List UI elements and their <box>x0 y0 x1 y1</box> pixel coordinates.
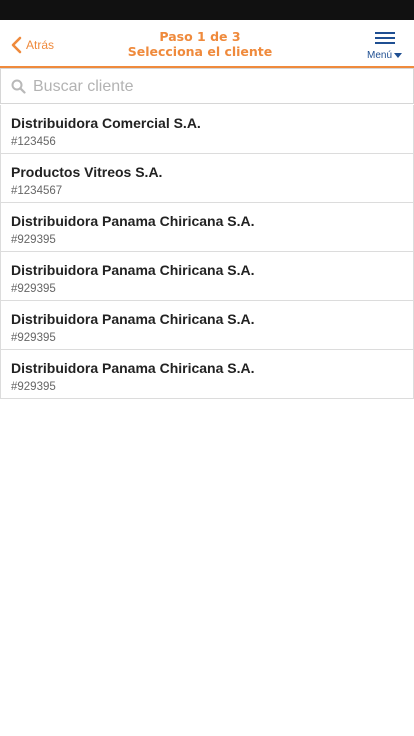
client-name: Distribuidora Comercial S.A. <box>11 115 201 131</box>
client-list-item[interactable]: Productos Vitreos S.A. #1234567 <box>0 154 414 203</box>
page-title: Paso 1 de 3 Selecciona el cliente <box>100 29 300 59</box>
caret-down-icon <box>394 53 402 58</box>
client-code: #929395 <box>11 283 56 295</box>
client-code: #929395 <box>11 234 56 246</box>
client-list-item[interactable]: Distribuidora Panama Chiricana S.A. #929… <box>0 350 414 399</box>
search-icon <box>11 79 26 94</box>
hamburger-icon <box>375 30 395 46</box>
page-heading: Selecciona el cliente <box>127 44 273 59</box>
menu-label-wrap: Menú <box>367 50 402 61</box>
client-list-item[interactable]: Distribuidora Panama Chiricana S.A. #929… <box>0 203 414 252</box>
client-list-item[interactable]: Distribuidora Panama Chiricana S.A. #929… <box>0 252 414 301</box>
client-name: Distribuidora Panama Chiricana S.A. <box>11 213 255 229</box>
header: Atrás Paso 1 de 3 Selecciona el cliente … <box>0 20 414 68</box>
client-name: Productos Vitreos S.A. <box>11 164 163 180</box>
client-name: Distribuidora Panama Chiricana S.A. <box>11 360 255 376</box>
menu-label: Menú <box>366 50 392 61</box>
client-list-item[interactable]: Distribuidora Comercial S.A. #123456 <box>0 105 414 154</box>
client-name: Distribuidora Panama Chiricana S.A. <box>11 262 255 278</box>
client-code: #1234567 <box>11 185 63 197</box>
client-code: #123456 <box>11 136 56 148</box>
client-code: #929395 <box>11 332 56 344</box>
status-bar <box>0 0 414 20</box>
client-list: Distribuidora Comercial S.A. #123456 Pro… <box>0 105 414 399</box>
search-bar <box>0 68 414 104</box>
step-indicator: Paso 1 de 3 <box>159 29 241 44</box>
client-code: #929395 <box>11 381 56 393</box>
back-label: Atrás <box>26 38 55 52</box>
menu-button[interactable]: Menú <box>362 28 402 64</box>
chevron-left-icon <box>11 36 22 54</box>
back-button[interactable]: Atrás <box>10 35 54 55</box>
client-name: Distribuidora Panama Chiricana S.A. <box>11 311 255 327</box>
client-list-item[interactable]: Distribuidora Panama Chiricana S.A. #929… <box>0 301 414 350</box>
search-input[interactable] <box>31 75 405 99</box>
